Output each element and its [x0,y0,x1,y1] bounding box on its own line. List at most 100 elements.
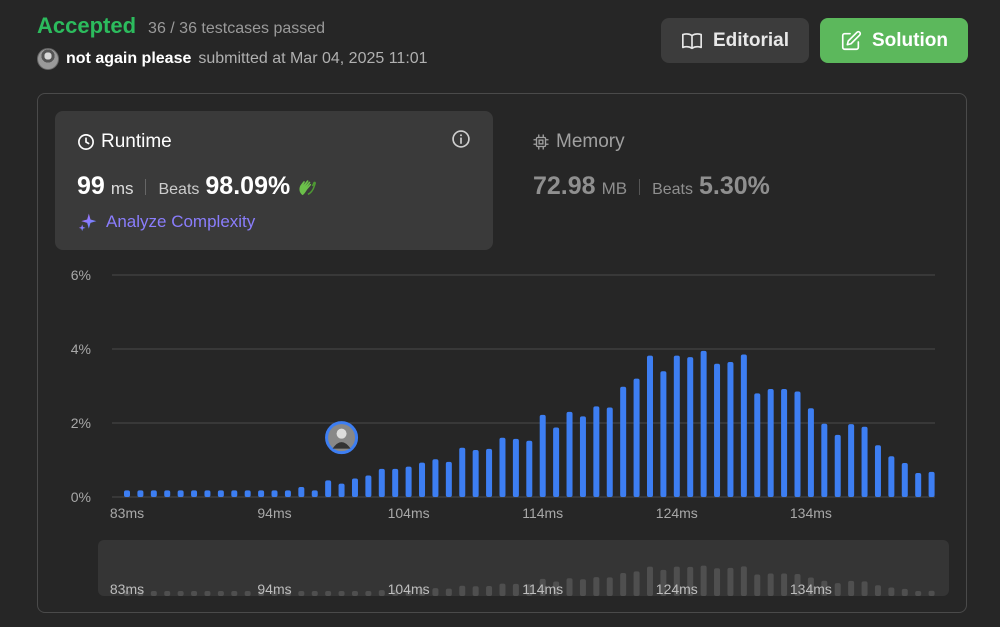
histogram-bar [646,355,653,497]
histogram-bar [660,371,667,497]
histogram-bar [928,471,935,497]
range-bar [378,590,385,596]
x-tick-label: 104ms [388,505,430,521]
histogram-bar [137,490,144,497]
range-bar [848,580,855,596]
histogram-bar [244,490,251,497]
histogram-bar [593,406,600,497]
range-tick-label: 94ms [257,581,291,596]
range-bar [834,583,841,596]
histogram-bar [901,462,908,497]
histogram-bar [781,388,788,497]
histogram-bar [606,407,613,497]
range-bar [204,591,211,596]
runtime-distribution-chart[interactable]: 0% 2% 4% 6% 83ms 94ms 104ms 114ms 124ms 134ms [0,0,1000,530]
histogram-bar [486,448,493,497]
histogram-bar [539,414,546,497]
range-bar [177,591,184,596]
range-bar [512,583,519,596]
histogram-bar [298,487,305,497]
histogram-bar [392,468,399,497]
range-bar [606,577,613,596]
range-tick-label: 104ms [388,581,430,596]
histogram-bar [177,490,184,497]
range-bar [231,591,238,596]
range-bar [217,591,224,596]
range-selector-chart[interactable]: 83ms 94ms 104ms 114ms 124ms 134ms [98,540,949,596]
histogram-bar [673,355,680,497]
histogram-bar [754,393,761,497]
histogram-bar [351,478,358,497]
range-bar [861,581,868,596]
y-tick-label: 0% [71,489,91,505]
range-bar [928,590,935,596]
range-bar [338,591,345,596]
range-bar [781,573,788,596]
histogram-bar [231,490,238,497]
range-bar [888,587,895,596]
histogram-bar [794,391,801,497]
histogram-bar [767,388,774,497]
histogram-bar [848,424,855,497]
histogram-bar [258,490,265,497]
range-tick-label: 124ms [656,581,698,596]
x-tick-label: 124ms [656,505,698,521]
range-bar [754,574,761,596]
range-bar [164,591,171,596]
user-marker-head [336,428,347,439]
histogram-bar [432,459,439,497]
histogram-bar [459,447,466,497]
range-bar [311,591,318,596]
histogram-bar [740,354,747,497]
histogram-bar [526,440,533,497]
histogram-bar [807,408,814,497]
range-bar [714,568,721,596]
range-bar [646,566,653,596]
histogram-bar [419,462,426,497]
histogram-bar [365,475,372,497]
range-bar [620,573,627,596]
histogram-bar [700,350,707,497]
histogram-bar [861,426,868,497]
y-tick-label: 2% [71,415,91,431]
histogram-bar [579,416,586,497]
histogram-bar [888,456,895,497]
range-bar [472,586,479,596]
x-tick-label: 114ms [522,505,563,521]
range-bar [874,585,881,596]
range-bar [727,567,734,596]
x-tick-label: 134ms [790,505,832,521]
range-tick-label: 114ms [522,581,563,596]
histogram-bar [271,490,278,497]
histogram-bar [727,361,734,497]
histogram-bar [834,434,841,497]
histogram-bar [124,490,130,497]
histogram-bar [633,378,640,497]
range-bar [150,591,157,596]
histogram-bar [217,490,224,497]
histogram-bar [915,472,922,497]
histogram-bar [338,483,345,497]
range-bar [351,591,358,596]
x-tick-label: 94ms [257,505,291,521]
range-bar [633,571,640,596]
histogram-bar [687,357,694,497]
histogram-bar [472,450,479,497]
range-bar [593,577,600,596]
range-bar [566,578,573,596]
range-bar [445,588,452,596]
histogram-bar [620,386,627,497]
range-bar [579,579,586,596]
y-tick-label: 4% [71,341,91,357]
range-bar [365,591,372,596]
histogram-bar [150,490,157,497]
range-bar [700,565,707,596]
range-bar [298,591,305,596]
range-bar [767,573,774,596]
range-bar [740,566,747,596]
histogram-bar [325,480,332,497]
histogram-bar [445,461,452,497]
histogram-bar [164,490,171,497]
histogram-bar [512,438,519,497]
histogram-bar [499,437,506,497]
